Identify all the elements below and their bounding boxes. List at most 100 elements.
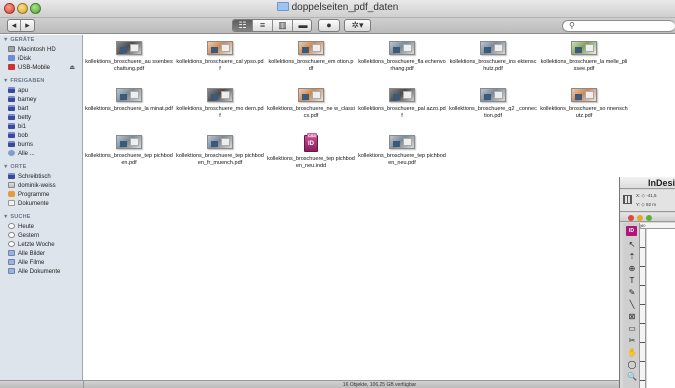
sidebar-item[interactable]: bob — [8, 132, 81, 141]
sidebar-item[interactable]: Dokumente — [8, 200, 81, 209]
sidebar-item[interactable]: bi1 — [8, 123, 81, 132]
file-item[interactable]: kollektions_broschuere_cal ypso.pdf — [174, 41, 266, 73]
sidebar-item[interactable]: dominik-weiss — [8, 182, 81, 191]
sidebar-item[interactable]: barney — [8, 96, 81, 105]
sidebar-item-label: Heute — [18, 224, 35, 230]
doc-close-button[interactable] — [628, 215, 634, 221]
sidebar-item[interactable]: Programme — [8, 191, 81, 200]
thumbnail-graphic — [575, 94, 582, 100]
reference-point-icon[interactable] — [623, 195, 632, 204]
tool-icon[interactable]: ⊕ — [627, 264, 637, 274]
file-item[interactable]: kollektions_broschuere_tep pichboden.pdf — [83, 135, 175, 167]
sidebar-section-header[interactable]: ▼ SUCHE — [3, 214, 31, 220]
tool-icon[interactable]: ↖ — [627, 240, 637, 250]
file-item[interactable]: kollektions_broschuere_so nnenschutz.pdf — [538, 88, 630, 120]
tool-icon[interactable]: ▭ — [627, 324, 637, 334]
title-bar[interactable]: doppelseiten_pdf_daten — [0, 0, 675, 18]
sidebar-item-label: Alle Dokumente — [18, 269, 61, 275]
file-name: kollektions_broschuere_ins ektenschutz.p… — [449, 59, 537, 72]
forward-button[interactable]: ▸ — [21, 20, 34, 31]
tool-icon[interactable]: ✎ — [627, 288, 637, 298]
document-title-bar — [620, 213, 675, 222]
tool-icon[interactable]: ✂ — [627, 336, 637, 346]
file-item[interactable]: kollektions_broschuere_la melle_plissee.… — [538, 41, 630, 73]
tool-icon[interactable]: ⊠ — [627, 312, 637, 322]
sidebar-item[interactable]: iDisk — [8, 55, 81, 64]
sidebar-item[interactable]: burns — [8, 141, 81, 150]
file-item[interactable]: kollektions_broschuere_tep pichboden_fr_… — [174, 135, 266, 167]
clock-icon — [8, 232, 15, 238]
list-view-button[interactable]: ≡ — [253, 20, 273, 31]
sidebar-item[interactable]: Gestern — [8, 232, 81, 241]
x-position-field[interactable]: X: ◇ -41,5 — [636, 193, 656, 199]
file-name: kollektions_broschuere_fla echenvorhang.… — [358, 59, 446, 72]
thumbnail-page — [312, 91, 321, 99]
thumbnail-graphic — [393, 47, 400, 53]
tool-icon[interactable]: 🔍 — [627, 372, 637, 382]
back-button[interactable]: ◂ — [8, 20, 21, 31]
sidebar-item-label: Gestern — [18, 233, 40, 239]
sidebar-footer — [0, 380, 84, 388]
file-item[interactable]: CS3 ID kollektions_broschuere_tep pichbode… — [265, 133, 357, 170]
document-page[interactable] — [647, 229, 675, 388]
search-input[interactable]: ⚲ — [562, 20, 675, 32]
file-item[interactable]: kollektions_broschuere_em otion.pdf — [265, 41, 357, 73]
sidebar-item-label: Alle Bilder — [18, 251, 46, 257]
file-item[interactable]: kollektions_broschuere_ins ektenschutz.p… — [447, 41, 539, 73]
y-position-field[interactable]: Y: ◇ 92 m — [636, 202, 656, 208]
doc-zoom-button[interactable] — [646, 215, 652, 221]
action-menu-button[interactable]: ✲▾ — [344, 19, 371, 32]
coverflow-view-button[interactable]: ▬ — [293, 20, 313, 31]
sidebar-item[interactable]: USB-Mobile ⏏ — [8, 64, 81, 73]
view-mode-selector: ☷ ≡ ▥ ▬ — [232, 19, 312, 32]
sidebar-item[interactable]: Letzte Woche — [8, 241, 81, 250]
sidebar-section-header[interactable]: ▼ ORTE — [3, 164, 26, 170]
tool-icon[interactable]: T — [627, 276, 637, 286]
screen-icon — [8, 105, 15, 111]
sidebar-section-header[interactable]: ▼ FREIGABEN — [3, 78, 45, 84]
sidebar-item[interactable]: Heute — [8, 223, 81, 232]
thumbnail-graphic — [211, 94, 218, 100]
tool-icon[interactable]: ✋ — [627, 348, 637, 358]
sidebar-item-label: Schreibtisch — [18, 174, 51, 180]
sidebar-item-label: Alle ... — [18, 151, 35, 157]
file-item[interactable]: kollektions_broschuere_tep pichboden_neu… — [356, 135, 448, 167]
tool-icon[interactable]: ⇡ — [627, 252, 637, 262]
sidebar-item[interactable]: betty — [8, 114, 81, 123]
file-item[interactable]: kollektions_broschuere_fla echenvorhang.… — [356, 41, 448, 73]
file-item[interactable]: kollektions_broschuere_pal azzo.pdf — [356, 88, 448, 120]
thumbnail-graphic — [484, 47, 491, 53]
sidebar-section-header[interactable]: ▼ GERÄTE — [3, 37, 35, 43]
file-item[interactable]: kollektions_broschuere_au ssenbeschattun… — [83, 41, 175, 73]
sidebar-item-label: bi1 — [18, 124, 27, 130]
sidebar-item-label: Macintosh HD — [18, 47, 56, 53]
vertical-ruler[interactable] — [640, 229, 646, 388]
icon-view-button[interactable]: ☷ — [233, 20, 253, 31]
file-name: kollektions_broschuere_la melle_plissee.… — [540, 59, 628, 72]
sidebar-item[interactable]: Alle Dokumente — [8, 268, 81, 277]
thumbnail-page — [494, 44, 503, 52]
sidebar-item-label: betty — [18, 115, 32, 121]
tool-icon[interactable]: ╲ — [627, 300, 637, 310]
indesign-menubar: InDesi — [620, 177, 675, 189]
sidebar-item[interactable]: Alle Bilder — [8, 250, 81, 259]
smart-folder-icon — [8, 259, 15, 265]
file-item[interactable]: kollektions_broschuere_q2 _connection.pd… — [447, 88, 539, 120]
file-item[interactable]: kollektions_broschuere_ne w_classics.pdf — [265, 88, 357, 120]
sidebar-item[interactable]: apu — [8, 87, 81, 96]
sidebar-item[interactable]: Alle ... — [8, 150, 81, 159]
quicklook-button[interactable]: ● — [318, 19, 340, 32]
doc-minimize-button[interactable] — [637, 215, 643, 221]
sidebar-item[interactable]: Schreibtisch — [8, 173, 81, 182]
tool-icon[interactable]: ◯ — [627, 360, 637, 370]
app-menu-label[interactable]: InDesi — [648, 178, 675, 188]
file-item[interactable]: kollektions_broschuere_la minat.pdf — [83, 88, 175, 113]
sidebar-item[interactable]: Macintosh HD — [8, 46, 81, 55]
screen-icon — [8, 141, 15, 147]
eject-icon[interactable]: ⏏ — [69, 64, 75, 73]
file-item[interactable]: kollektions_broschuere_mo dern.pdf — [174, 88, 266, 120]
indesign-glyph: ID — [308, 141, 314, 147]
sidebar-item[interactable]: bart — [8, 105, 81, 114]
sidebar-item[interactable]: Alle Filme — [8, 259, 81, 268]
column-view-button[interactable]: ▥ — [273, 20, 293, 31]
